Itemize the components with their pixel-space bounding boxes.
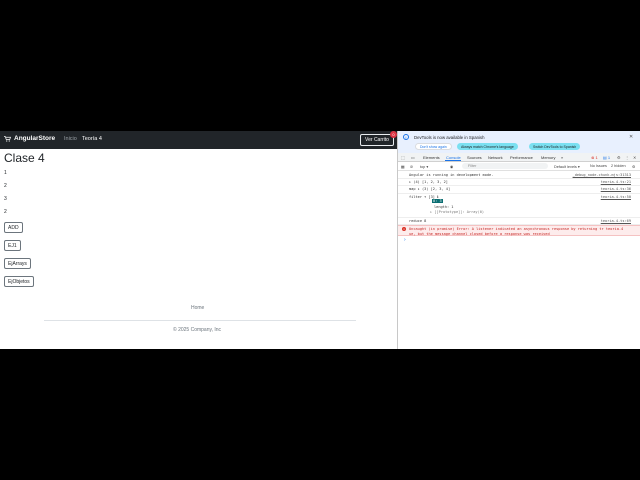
log-source-link[interactable]: teoria-4.ts:69: [601, 219, 631, 223]
context-label: top: [420, 165, 426, 169]
language-infobar: i DevTools is now available in Spanish ✕…: [398, 131, 640, 153]
inspect-icon[interactable]: ⬚: [401, 155, 405, 160]
console-log-expanded[interactable]: filter ▾ [3] ℹ teoria-4.ts:50 0: 3 lengt…: [398, 194, 640, 218]
more-options-icon[interactable]: ⋮: [625, 155, 629, 160]
number-item: 3: [4, 196, 7, 202]
error-count-badge[interactable]: ⊗ 1: [591, 155, 598, 160]
devtools-tabbar: ⬚ ▭ Elements Console Sources Network Per…: [398, 153, 640, 162]
hidden-count: 2 hidden: [611, 164, 626, 168]
error-icon: ×: [402, 227, 406, 231]
add-button[interactable]: ADD: [4, 222, 23, 233]
match-language-button[interactable]: Always match Chrome's language: [457, 143, 518, 150]
log-source-link[interactable]: _debug_node-chunk.mjs:31313: [573, 173, 631, 177]
cart-count-badge: 0: [390, 131, 397, 138]
close-devtools-icon[interactable]: ✕: [633, 155, 636, 160]
infobar-message: DevTools is now available in Spanish: [414, 135, 485, 140]
error-text-line1: Uncaught (in promise) Error: A listener …: [409, 227, 624, 231]
console-error[interactable]: × Uncaught (in promise) Error: A listene…: [398, 225, 640, 236]
device-toolbar-icon[interactable]: ▭: [411, 155, 415, 160]
log-source-link[interactable]: teoria-4.ts:21: [601, 180, 631, 184]
page-title: Clase 4: [4, 151, 45, 165]
more-tabs-button[interactable]: »: [561, 155, 563, 160]
array-item: 0: 3: [432, 199, 443, 203]
number-item: 2: [4, 209, 7, 215]
log-text: Angular is running in development mode.: [409, 173, 494, 177]
array-length: length: 1: [434, 205, 454, 209]
copyright-text: © 2025 Company, Inc: [173, 327, 222, 333]
number-item: 1: [4, 170, 7, 176]
console-toolbar: ▦ ⊘ top ▾ ◉ Filter Default levels ▾ No I…: [398, 162, 640, 171]
number-item: 2: [4, 183, 7, 189]
console-log[interactable]: map ▸ (3) [2, 3, 4] teoria-4.ts:36: [398, 186, 640, 194]
ejobjetos-button[interactable]: EjObjetos: [4, 276, 34, 287]
error-count: 1: [595, 155, 598, 160]
console-log: reduce 8 teoria-4.ts:69: [398, 218, 640, 225]
tab-memory[interactable]: Memory: [541, 155, 555, 160]
console-log: Angular is running in development mode. …: [398, 172, 640, 179]
message-count: 1: [607, 155, 611, 160]
close-icon[interactable]: ✕: [629, 134, 633, 140]
log-levels-dropdown[interactable]: Default levels ▾: [554, 164, 580, 169]
log-text: map ▸ (3) [2, 3, 4]: [409, 187, 451, 191]
ejarrays-button[interactable]: EjArrays: [4, 258, 31, 269]
footer-divider: [44, 320, 356, 321]
cart-icon: [4, 135, 11, 142]
log-source-link[interactable]: teoria-4.ts:50: [601, 195, 631, 199]
clear-console-icon[interactable]: ⊘: [410, 164, 413, 169]
switch-spanish-button[interactable]: Switch DevTools to Spanish: [529, 143, 581, 150]
dont-show-again-button[interactable]: Don't show again: [415, 143, 452, 150]
brand-name: AngularStore: [14, 135, 56, 142]
log-text: reduce 8: [409, 219, 427, 223]
console-log[interactable]: ▸ (4) [1, 2, 3, 2] teoria-4.ts:21: [398, 179, 640, 186]
sidebar-toggle-icon[interactable]: ▦: [401, 164, 405, 169]
tab-performance[interactable]: Performance: [510, 155, 533, 160]
tab-elements[interactable]: Elements: [423, 155, 440, 160]
console-prompt[interactable]: ›: [404, 237, 406, 243]
console-settings-icon[interactable]: ⚙: [632, 164, 635, 169]
brand-link[interactable]: AngularStore: [4, 135, 55, 142]
issues-indicator[interactable]: No Issues: [590, 164, 607, 168]
tab-sources[interactable]: Sources: [467, 155, 482, 160]
browser-viewport: AngularStore Inicio Teoría 4 Ver Carrito…: [0, 131, 640, 349]
ej1-button[interactable]: EJ1: [4, 240, 21, 251]
context-selector[interactable]: top ▾: [420, 164, 428, 169]
array-prototype[interactable]: ▸ [[Prototype]]: Array(0): [430, 210, 484, 214]
info-icon: i: [403, 134, 409, 140]
nav-teoria-4[interactable]: Teoría 4: [82, 136, 102, 142]
message-count-badge[interactable]: ▤ 1: [603, 155, 610, 160]
eye-icon[interactable]: ◉: [450, 164, 453, 169]
devtools-panel: i DevTools is now available in Spanish ✕…: [397, 131, 640, 349]
gear-icon[interactable]: ⚙: [617, 155, 621, 160]
app-page: AngularStore Inicio Teoría 4 Ver Carrito…: [0, 131, 397, 349]
log-text: ▸ (4) [1, 2, 3, 2]: [409, 180, 448, 184]
tab-network[interactable]: Network: [488, 155, 503, 160]
view-cart-button[interactable]: Ver Carrito: [360, 134, 394, 146]
error-text-line2: ue, but the message channel closed befor…: [409, 232, 550, 236]
log-source-link[interactable]: teoria-4.ts:36: [601, 187, 631, 191]
footer-home-link[interactable]: Home: [191, 305, 204, 311]
nav-inicio[interactable]: Inicio: [64, 136, 77, 142]
navbar: AngularStore Inicio Teoría 4 Ver Carrito…: [0, 131, 397, 149]
filter-input[interactable]: Filter: [462, 163, 548, 169]
active-tab-indicator: [445, 160, 461, 161]
